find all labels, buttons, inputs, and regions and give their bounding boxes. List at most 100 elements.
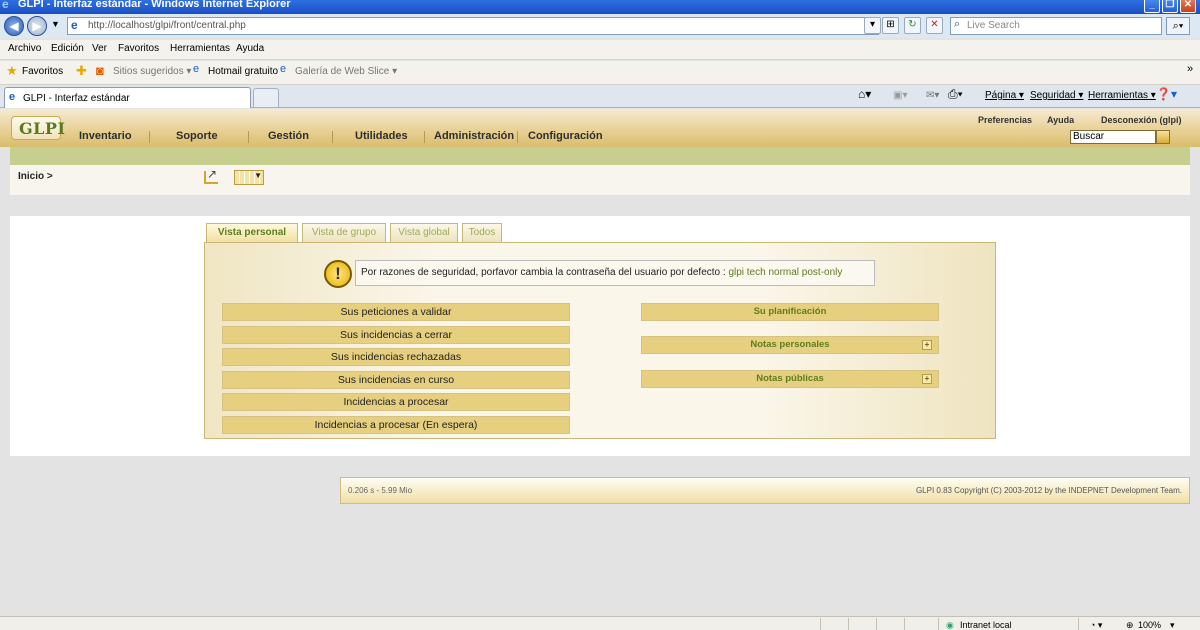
menu-herramientas[interactable]: Herramientas [170, 43, 230, 54]
search-go-button[interactable]: ⌕▾ [1166, 17, 1190, 35]
status-bar: ◉ Intranet local ◔ ▾ ⊕ 100% ▾ [0, 616, 1200, 630]
tab-todos[interactable]: Todos [462, 223, 502, 242]
sus-incidencias-en-curso-button[interactable]: Sus incidencias en curso [222, 371, 570, 389]
menu-inventario[interactable]: Inventario [79, 130, 132, 142]
glpi-page: GLPI Preferencias Ayuda Desconexión (glp… [0, 109, 1200, 616]
ayuda-link[interactable]: Ayuda [1047, 115, 1074, 125]
notas-publicas-row: Notas públicas + [641, 370, 939, 388]
favorite-web-slice[interactable]: Galería de Web Slice ▾ [295, 66, 397, 77]
zoom-icon: ⊕ [1126, 620, 1134, 630]
webslice-icon: e [280, 63, 287, 75]
page-icon: e [71, 18, 78, 32]
menu-bar: Archivo Edición Ver Favoritos Herramient… [0, 40, 1200, 60]
url-field[interactable]: e http://localhost/glpi/front/central.ph… [67, 17, 879, 35]
warning-text: Por razones de seguridad, porfavor cambi… [361, 267, 729, 278]
favorites-bar: ★ Favoritos ✚ ◙ Sitios sugeridos ▾ e Hot… [0, 61, 1200, 85]
mail-icon[interactable]: ✉▾ [926, 90, 939, 101]
menu-edicion[interactable]: Edición [51, 43, 84, 54]
home-icon[interactable]: ⌂▾ [858, 87, 871, 101]
favorites-button[interactable]: Favoritos [22, 66, 63, 77]
tab-vista-global[interactable]: Vista global [390, 223, 458, 242]
glpi-submenu-bar [10, 147, 1190, 165]
su-planificacion-button[interactable]: Su planificación [641, 303, 939, 321]
view-selector-icon[interactable] [234, 170, 264, 185]
url-text: http://localhost/glpi/front/central.php [88, 20, 246, 31]
new-tab-button[interactable] [253, 88, 279, 107]
restore-button[interactable]: ❐ [1162, 0, 1178, 13]
personal-view-panel: ! Por razones de seguridad, porfavor cam… [204, 242, 996, 439]
minimize-button[interactable]: _ [1144, 0, 1160, 13]
render-time: 0.206 s - 5.99 Mio [348, 486, 413, 495]
address-bar: ◀ ▶ ▼ e http://localhost/glpi/front/cent… [0, 14, 1200, 38]
notas-publicas-label[interactable]: Notas públicas [756, 373, 824, 384]
notas-personales-label[interactable]: Notas personales [750, 339, 829, 350]
add-favorite-icon[interactable]: ✚ [76, 63, 87, 79]
sus-incidencias-rechazadas-button[interactable]: Sus incidencias rechazadas [222, 348, 570, 366]
zoom-dropdown-icon[interactable]: ▾ [1170, 620, 1175, 630]
close-window-button[interactable]: ✕ [1180, 0, 1196, 13]
menu-ayuda[interactable]: Ayuda [236, 43, 264, 54]
command-herramientas[interactable]: Herramientas ▾ [1088, 90, 1156, 101]
menu-gestion[interactable]: Gestión [268, 130, 309, 142]
incidencias-en-espera-button[interactable]: Incidencias a procesar (En espera) [222, 416, 570, 434]
refresh-icon[interactable]: ↻ [904, 17, 921, 34]
security-zone[interactable]: Intranet local [960, 620, 1012, 630]
more-chevron-icon[interactable]: » [1187, 63, 1193, 75]
compatibility-icon[interactable]: ⊞ [882, 17, 899, 34]
tab-vista-grupo[interactable]: Vista de grupo [302, 223, 386, 242]
browser-tab-label: GLPI - Interfaz estándar [23, 93, 130, 104]
sus-incidencias-a-cerrar-button[interactable]: Sus incidencias a cerrar [222, 326, 570, 344]
glpi-search-button[interactable] [1156, 130, 1170, 144]
preferencias-link[interactable]: Preferencias [978, 115, 1032, 125]
menu-archivo[interactable]: Archivo [8, 43, 41, 54]
stop-icon[interactable]: ✕ [926, 17, 943, 34]
breadcrumb[interactable]: Inicio > [18, 171, 53, 182]
browser-tab[interactable]: e GLPI - Interfaz estándar [4, 87, 251, 108]
add-note-icon[interactable]: + [922, 340, 932, 350]
tab-vista-personal[interactable]: Vista personal [206, 223, 298, 243]
back-arrow-icon[interactable]: ◀ [4, 16, 24, 36]
menu-ver[interactable]: Ver [92, 43, 107, 54]
sus-peticiones-a-validar-button[interactable]: Sus peticiones a validar [222, 303, 570, 321]
protected-mode-icon[interactable]: ◔ ▾ [1090, 620, 1102, 630]
warning-message: Por razones de seguridad, porfavor cambi… [361, 267, 842, 278]
glpi-logo[interactable]: GLPI [11, 116, 65, 140]
security-warning: ! Por razones de seguridad, porfavor cam… [324, 256, 876, 288]
forward-arrow-icon[interactable]: ▶ [27, 16, 47, 36]
command-pagina[interactable]: Página ▾ [985, 90, 1024, 101]
add-public-note-icon[interactable]: + [922, 374, 932, 384]
copyright[interactable]: GLPI 0.83 Copyright (C) 2003-2012 by the… [916, 486, 1182, 495]
feeds-icon[interactable]: ▣▾ [893, 90, 907, 101]
menu-configuracion[interactable]: Configuración [528, 130, 603, 142]
warning-box: Por razones de seguridad, porfavor cambi… [355, 260, 875, 286]
hotmail-icon: e [193, 63, 200, 75]
breadcrumb-bar: Inicio > [10, 165, 1190, 195]
live-search-input[interactable]: ⌕ Live Search [950, 17, 1162, 35]
glpi-search-input[interactable]: Buscar [1070, 130, 1156, 144]
favorite-sitios-sugeridos[interactable]: Sitios sugeridos ▾ [113, 66, 191, 77]
logout-link[interactable]: Desconexión (glpi) [1101, 115, 1182, 125]
url-dropdown-icon[interactable]: ▾ [864, 17, 881, 34]
menu-favoritos[interactable]: Favoritos [118, 43, 159, 54]
incidencias-a-procesar-button[interactable]: Incidencias a procesar [222, 393, 570, 411]
print-icon[interactable]: ⎙▾ [948, 87, 963, 102]
intranet-zone-icon: ◉ [946, 620, 954, 630]
links-icon[interactable] [204, 167, 218, 184]
default-users-link[interactable]: glpi tech normal post-only [728, 267, 842, 278]
warning-icon: ! [324, 260, 352, 288]
favorite-hotmail[interactable]: Hotmail gratuito [208, 66, 278, 77]
menu-soporte[interactable]: Soporte [176, 130, 218, 142]
help-icon[interactable]: ❓▾ [1156, 87, 1177, 101]
search-icon: ⌕ [954, 18, 961, 30]
search-placeholder: Live Search [967, 20, 1020, 31]
glpi-header: GLPI Preferencias Ayuda Desconexión (glp… [0, 109, 1200, 147]
window-titlebar: e GLPI - Interfaz estándar - Windows Int… [0, 0, 1200, 14]
glpi-logo-text: GLPI [19, 119, 66, 138]
ie-logo-icon: e [2, 0, 9, 11]
command-seguridad[interactable]: Seguridad ▾ [1030, 90, 1083, 101]
glpi-footer: 0.206 s - 5.99 Mio GLPI 0.83 Copyright (… [340, 477, 1190, 504]
menu-administracion[interactable]: Administración [434, 130, 514, 142]
zoom-level[interactable]: 100% [1138, 620, 1161, 630]
history-dropdown-icon[interactable]: ▼ [51, 19, 60, 29]
menu-utilidades[interactable]: Utilidades [355, 130, 408, 142]
